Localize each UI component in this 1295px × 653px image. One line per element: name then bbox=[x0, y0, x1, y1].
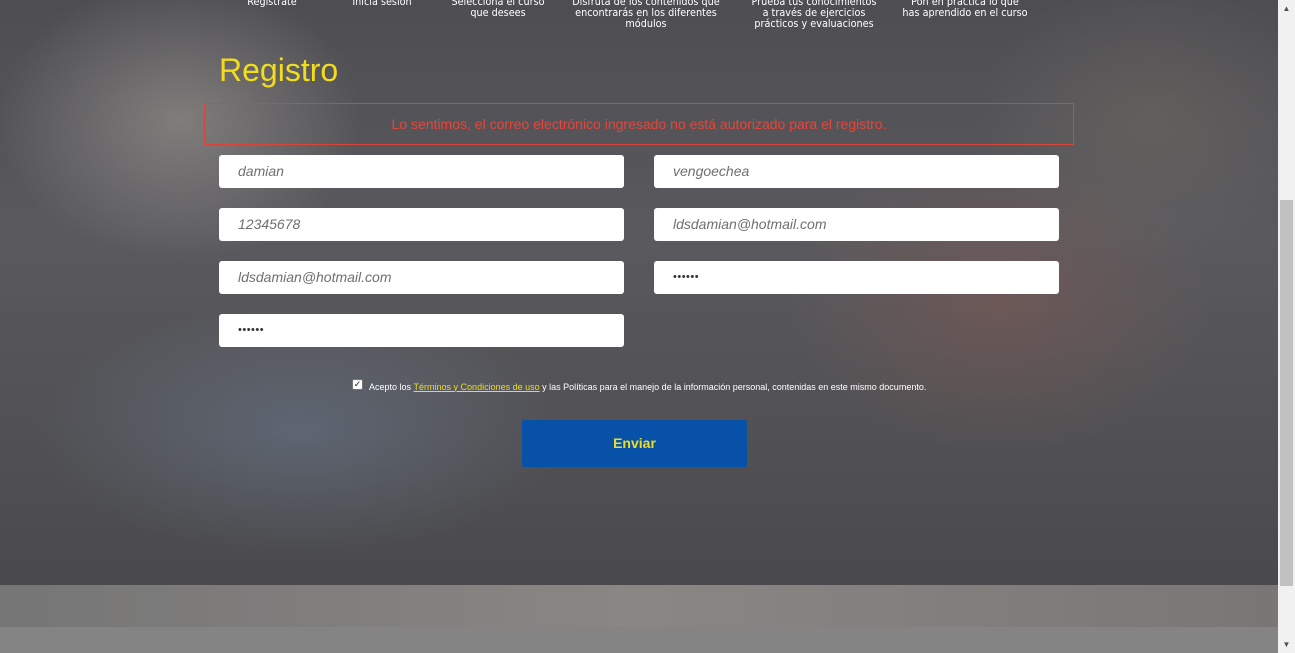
terms-suffix: y las Políticas para el manejo de la inf… bbox=[542, 381, 927, 392]
terms-row: ✓ Acepto los Términos y Condiciones de u… bbox=[352, 379, 927, 392]
hero-background bbox=[0, 0, 1278, 585]
step-register: Regístrate bbox=[235, 0, 309, 8]
terms-link[interactable]: Términos y Condiciones de uso bbox=[414, 382, 540, 392]
background-band bbox=[0, 585, 1278, 627]
step-text: Regístrate bbox=[247, 0, 297, 8]
step-text: que desees bbox=[470, 7, 526, 19]
step-text: prácticos y evaluaciones bbox=[754, 18, 874, 30]
step-text: Inicia sesión bbox=[352, 0, 412, 8]
footer-strip bbox=[0, 627, 1278, 653]
scroll-down-icon[interactable]: ▼ bbox=[1278, 636, 1295, 653]
step-login: Inicia sesión bbox=[345, 0, 419, 8]
step-enjoy-content: Disfruta de los contenidos que encontrar… bbox=[554, 0, 738, 30]
password-field[interactable]: •••••• bbox=[654, 261, 1059, 294]
step-select-course: Selecciona el curso que desees bbox=[447, 0, 548, 19]
step-practice: Pon en práctica lo que has aprendido en … bbox=[901, 0, 1030, 19]
terms-checkbox[interactable]: ✓ bbox=[352, 379, 363, 390]
scroll-thumb[interactable] bbox=[1280, 200, 1293, 586]
first-name-field[interactable]: damian bbox=[219, 155, 624, 188]
scrollbar[interactable]: ▲ ▼ bbox=[1278, 0, 1295, 653]
steps-bar: Regístrate Inicia sesión Selecciona el c… bbox=[0, 0, 1278, 40]
last-name-field[interactable]: vengoechea bbox=[654, 155, 1059, 188]
scroll-up-icon[interactable]: ▲ bbox=[1278, 0, 1295, 17]
email-field[interactable]: ldsdamian@hotmail.com bbox=[654, 208, 1059, 241]
step-test-knowledge: Prueba tus conocimientos a través de eje… bbox=[750, 0, 879, 30]
document-field[interactable]: 12345678 bbox=[219, 208, 624, 241]
step-text: has aprendido en el curso bbox=[902, 7, 1028, 19]
submit-button[interactable]: Enviar bbox=[522, 420, 747, 467]
password-confirm-field[interactable]: •••••• bbox=[219, 314, 624, 347]
terms-prefix: Acepto los bbox=[369, 381, 412, 392]
email-confirm-field[interactable]: ldsdamian@hotmail.com bbox=[219, 261, 624, 294]
page-title: Registro bbox=[219, 52, 339, 88]
error-message: Lo sentimos, el correo electrónico ingre… bbox=[204, 103, 1074, 145]
step-text: encontrarás en los diferentes módulos bbox=[575, 7, 717, 30]
